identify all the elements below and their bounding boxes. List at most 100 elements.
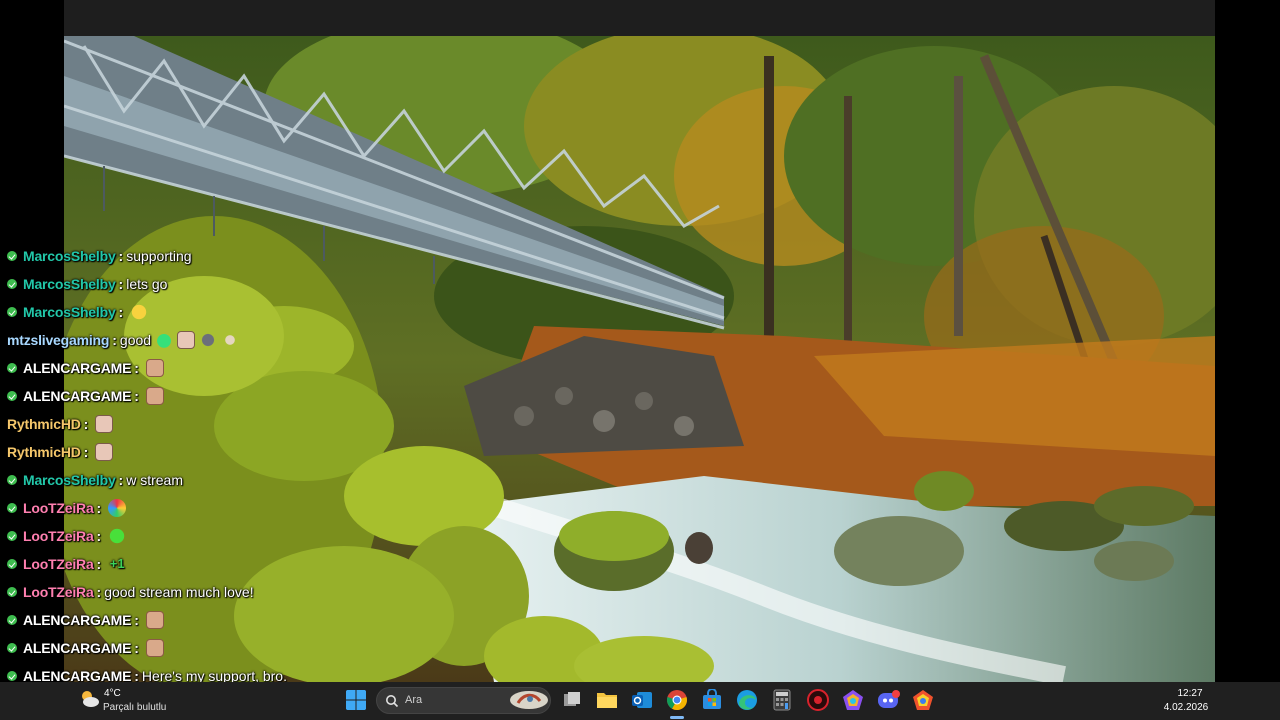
chat-message: LooTZeiRa: good stream much love! xyxy=(0,578,420,606)
verified-badge-icon xyxy=(7,475,17,485)
chat-message: LooTZeiRa: +1 xyxy=(0,550,420,578)
chat-message: ALENCARGAME: xyxy=(0,354,420,382)
chat-username[interactable]: LooTZeiRa xyxy=(23,584,94,600)
chat-message: ALENCARGAME: xyxy=(0,634,420,662)
search-highlight-image xyxy=(510,691,548,709)
chat-separator: : xyxy=(134,612,139,628)
chat-separator: : xyxy=(112,332,117,348)
chat-overlay: MarcosShelby: supporting MarcosShelby: lets… xyxy=(0,242,420,690)
chat-username[interactable]: RythmicHD xyxy=(7,416,81,432)
chat-message: MarcosShelby: lets go xyxy=(0,270,420,298)
verified-badge-icon xyxy=(7,559,17,569)
chat-username[interactable]: ALENCARGAME xyxy=(23,640,131,656)
chat-username[interactable]: MarcosShelby xyxy=(23,276,116,292)
chat-separator: : xyxy=(118,304,124,320)
chat-separator: : xyxy=(118,472,124,488)
chat-username[interactable]: LooTZeiRa xyxy=(23,556,94,572)
clock-time[interactable]: 12:27 xyxy=(1170,688,1210,699)
chat-message: LooTZeiRa: xyxy=(0,494,420,522)
face-emote xyxy=(145,639,164,657)
girl-face-emote xyxy=(177,331,196,349)
bat-emote xyxy=(199,331,218,349)
verified-badge-icon xyxy=(7,615,17,625)
verified-badge-icon xyxy=(7,363,17,373)
chat-message: MarcosShelby: xyxy=(0,298,420,326)
chat-separator: : xyxy=(96,500,102,516)
chat-message: MarcosShelby: w stream xyxy=(0,466,420,494)
chat-message-text: w stream xyxy=(126,472,183,488)
chat-username[interactable]: LooTZeiRa xyxy=(23,500,94,516)
microsoft-store-icon[interactable] xyxy=(701,689,723,711)
chrome-active-indicator xyxy=(670,716,684,719)
search-placeholder: Ara xyxy=(405,694,423,706)
chat-username[interactable]: MarcosShelby xyxy=(23,304,116,320)
chat-message: RythmicHD: xyxy=(0,410,420,438)
colorful-app-icon[interactable] xyxy=(842,689,864,711)
chat-separator: : xyxy=(83,416,89,432)
red-app-icon[interactable] xyxy=(807,689,829,711)
girl-face-emote xyxy=(95,443,114,461)
chat-username[interactable]: LooTZeiRa xyxy=(23,528,94,544)
verified-badge-icon xyxy=(7,251,17,261)
weather-partly-cloudy-icon[interactable] xyxy=(78,688,100,710)
chat-separator: : xyxy=(96,528,102,544)
chat-separator: : xyxy=(118,248,124,264)
verified-badge-icon xyxy=(7,307,17,317)
green-blob-emote xyxy=(108,527,127,545)
right-black-border xyxy=(1215,0,1280,682)
verified-badge-icon xyxy=(7,587,17,597)
verified-badge-icon xyxy=(7,279,17,289)
verified-badge-icon xyxy=(7,531,17,541)
chat-username[interactable]: ALENCARGAME xyxy=(23,388,131,404)
chat-message-text: good xyxy=(119,332,152,348)
plus-one-emote: +1 xyxy=(109,556,125,571)
chat-message: ALENCARGAME: xyxy=(0,606,420,634)
top-bar xyxy=(64,0,1215,36)
edge-icon[interactable] xyxy=(736,689,758,711)
hand-emote xyxy=(221,331,240,349)
girl-face-emote xyxy=(95,415,114,433)
chat-username[interactable]: MarcosShelby xyxy=(23,472,116,488)
chat-message: MarcosShelby: supporting xyxy=(0,242,420,270)
chat-username[interactable]: ALENCARGAME xyxy=(23,612,131,628)
chat-username[interactable]: RythmicHD xyxy=(7,444,81,460)
chat-separator: : xyxy=(134,360,139,376)
chat-message-text: lets go xyxy=(126,276,168,292)
green-heart-emote xyxy=(155,331,174,349)
windows-start-icon[interactable] xyxy=(345,689,367,711)
face-emote xyxy=(145,359,164,377)
verified-badge-icon xyxy=(7,503,17,513)
chat-username[interactable]: MarcosShelby xyxy=(23,248,116,264)
chat-message: ALENCARGAME: xyxy=(0,382,420,410)
colorful-app-2-icon[interactable] xyxy=(912,689,934,711)
chat-username[interactable]: mtzslivegaming xyxy=(7,332,109,348)
colorful-orb-emote xyxy=(108,499,127,517)
chat-message: RythmicHD: xyxy=(0,438,420,466)
chat-separator: : xyxy=(134,640,139,656)
yellow-face-emote xyxy=(130,303,149,321)
weather-description[interactable]: Parçalı bulutlu xyxy=(103,702,166,713)
clock-date[interactable]: 4.02.2026 xyxy=(1158,702,1214,713)
outlook-icon[interactable] xyxy=(631,689,653,711)
chat-message-text: supporting xyxy=(126,248,192,264)
calculator-icon[interactable] xyxy=(772,689,792,711)
chat-message: LooTZeiRa: xyxy=(0,522,420,550)
chat-separator: : xyxy=(83,444,89,460)
chat-separator: : xyxy=(96,556,102,572)
chrome-icon[interactable] xyxy=(666,689,688,711)
verified-badge-icon xyxy=(7,391,17,401)
verified-badge-icon xyxy=(7,643,17,653)
chat-separator: : xyxy=(118,276,124,292)
chat-username[interactable]: ALENCARGAME xyxy=(23,360,131,376)
file-explorer-icon[interactable] xyxy=(596,690,618,710)
weather-temperature[interactable]: 4°C xyxy=(104,688,121,699)
chat-message-text: good stream much love! xyxy=(104,584,254,600)
face-emote xyxy=(145,611,164,629)
chat-separator: : xyxy=(134,388,139,404)
verified-badge-icon xyxy=(7,671,17,681)
chat-message: mtzslivegaming: good xyxy=(0,326,420,354)
chat-separator: : xyxy=(96,584,102,600)
discord-icon[interactable] xyxy=(877,689,901,711)
search-icon xyxy=(386,695,399,708)
task-view-icon[interactable] xyxy=(562,690,582,710)
